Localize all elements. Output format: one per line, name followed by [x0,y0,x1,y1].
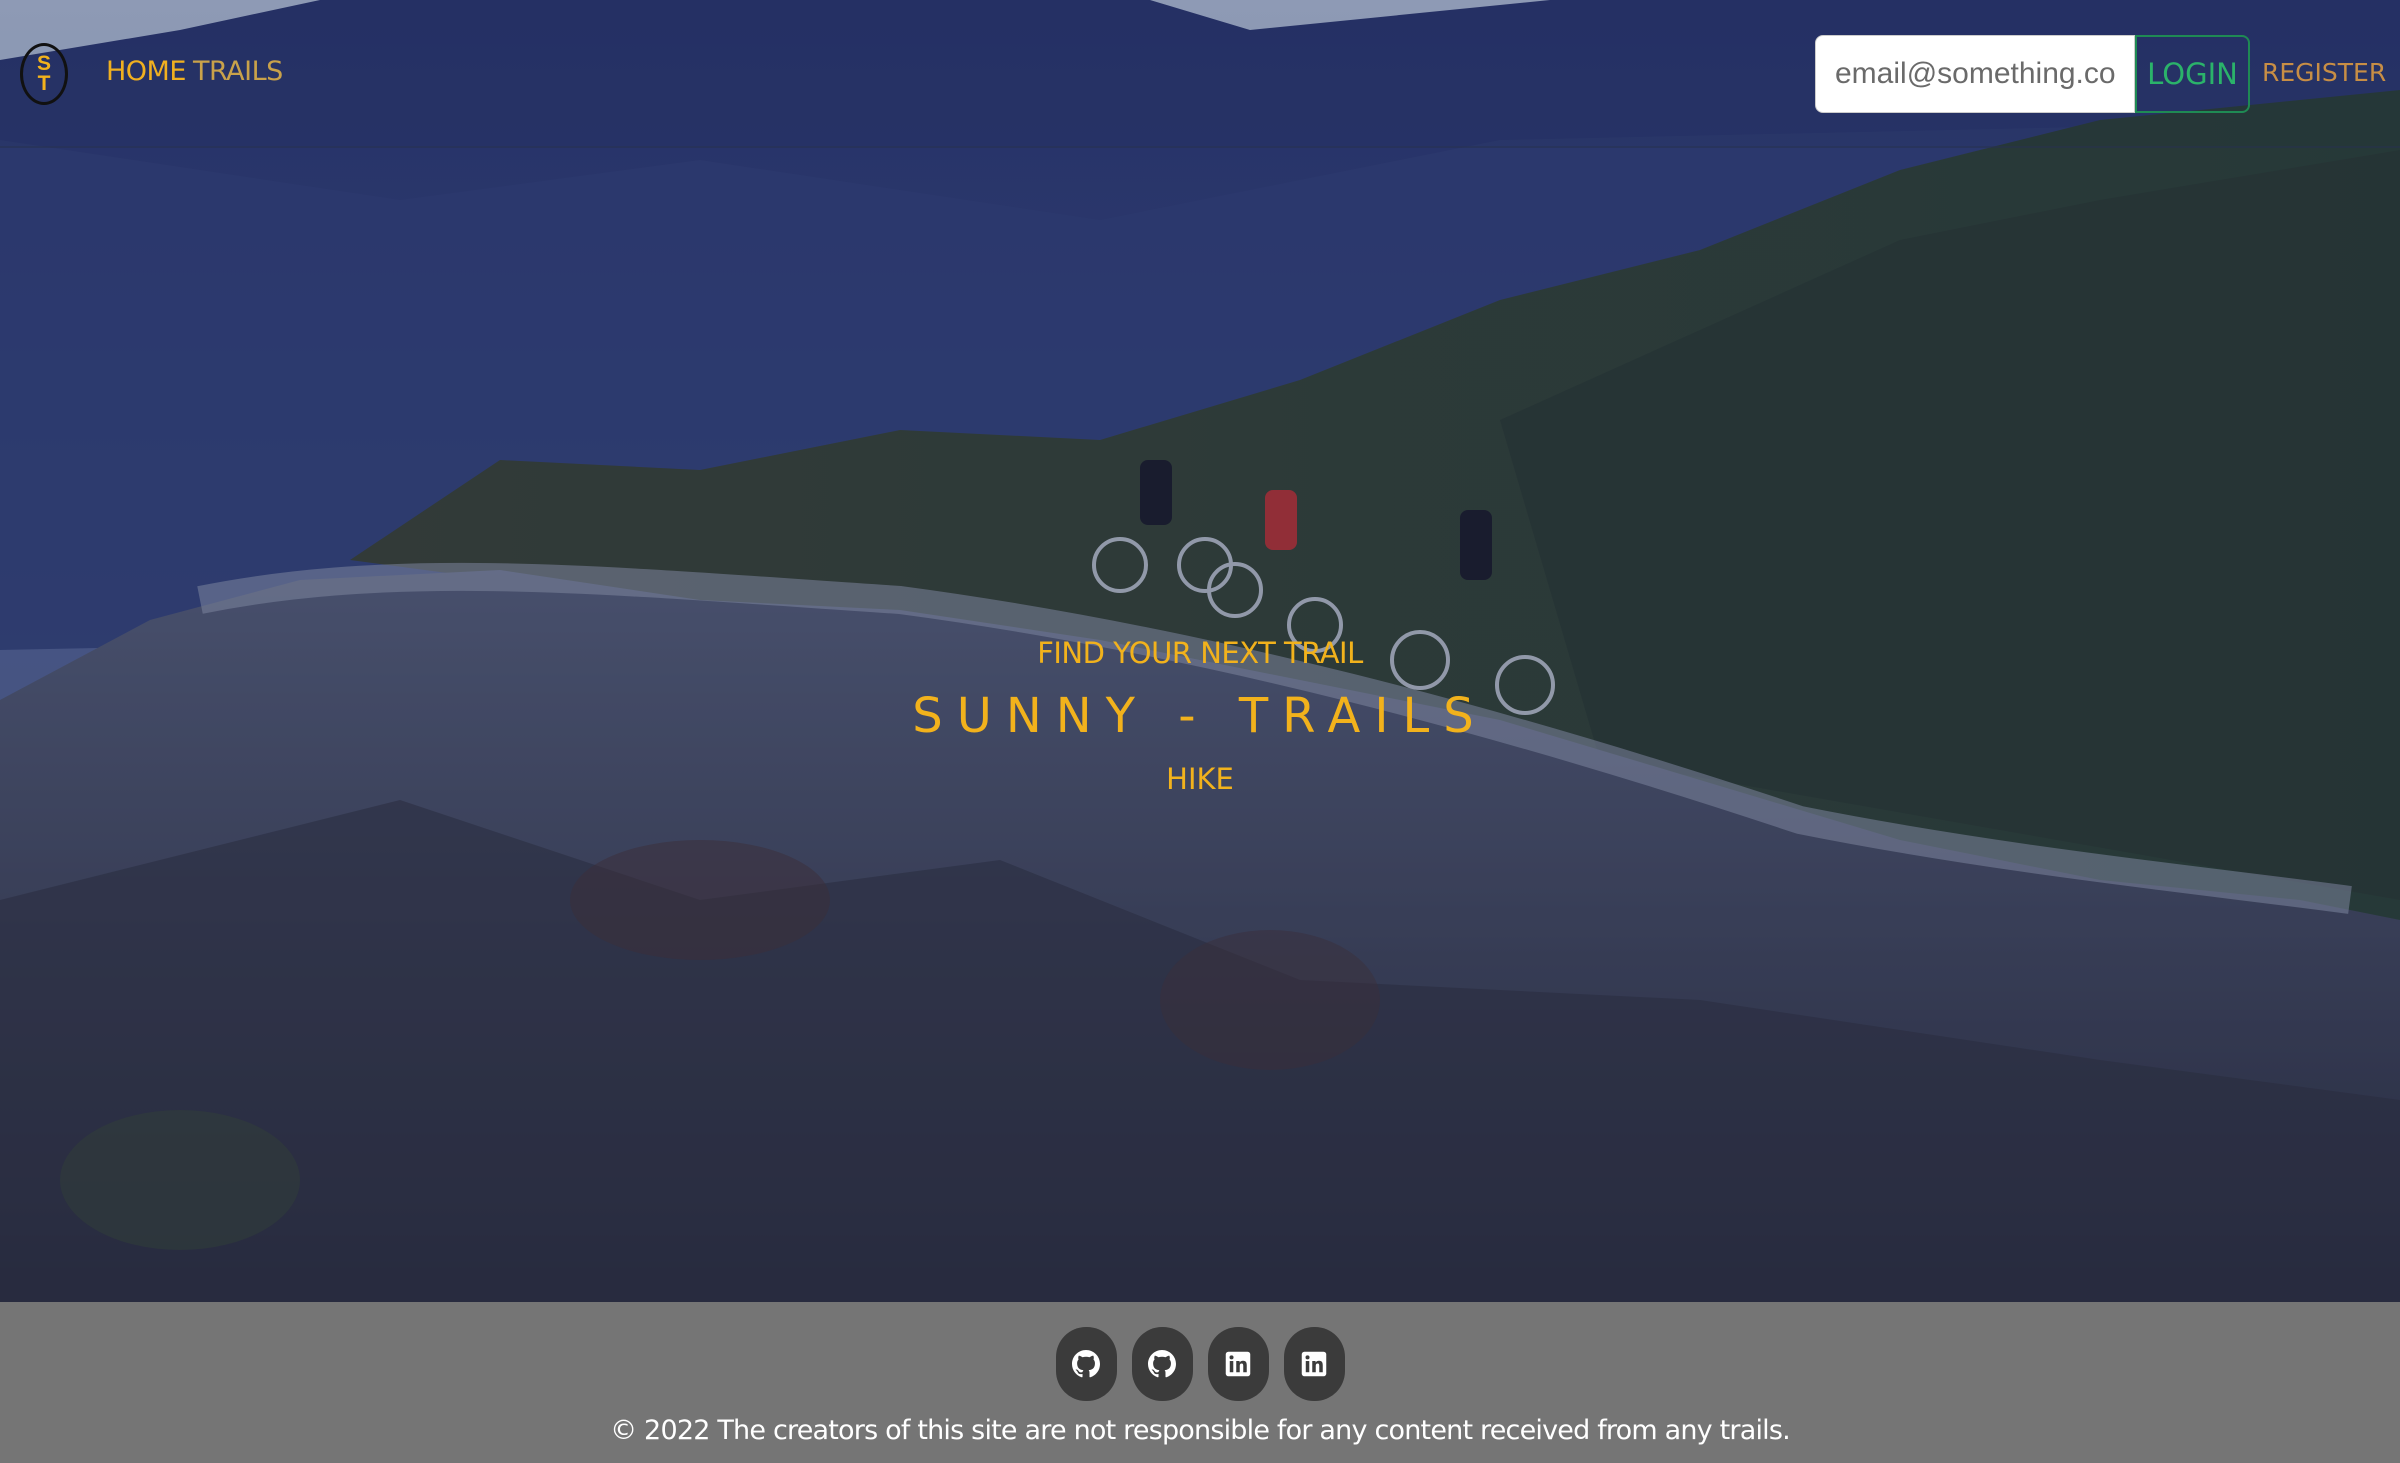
github-icon [1072,1350,1100,1378]
hero-tagline: HIKE [1166,762,1234,796]
github-button-1[interactable] [1055,1327,1117,1401]
github-button-2[interactable] [1131,1327,1193,1401]
nav-link-trails[interactable]: TRAILS [193,56,283,87]
register-link[interactable]: REGISTER [2262,58,2386,87]
copyright-text: © 2022 The creators of this site are not… [610,1415,1791,1446]
hero-title: SUNNY - TRAILS [912,688,1488,744]
brand-letter-t: T [37,72,51,95]
brand-logo[interactable]: S T [20,43,68,105]
social-links [0,1327,2400,1401]
linkedin-button-1[interactable] [1207,1327,1269,1401]
brand-letter-s: S [36,52,51,75]
linkedin-icon [1225,1351,1251,1377]
github-icon [1148,1350,1176,1378]
nav-link-home[interactable]: HOME [106,56,186,87]
footer: © 2022 The creators of this site are not… [0,1302,2400,1463]
login-button[interactable]: LOGIN [2135,35,2250,113]
linkedin-icon [1301,1351,1327,1377]
hero-subtitle: FIND YOUR NEXT TRAIL [1037,636,1363,670]
linkedin-button-2[interactable] [1283,1327,1345,1401]
email-input[interactable] [1815,35,2135,113]
navbar: S T HOME TRAILS LOGIN REGISTER [0,0,2400,148]
